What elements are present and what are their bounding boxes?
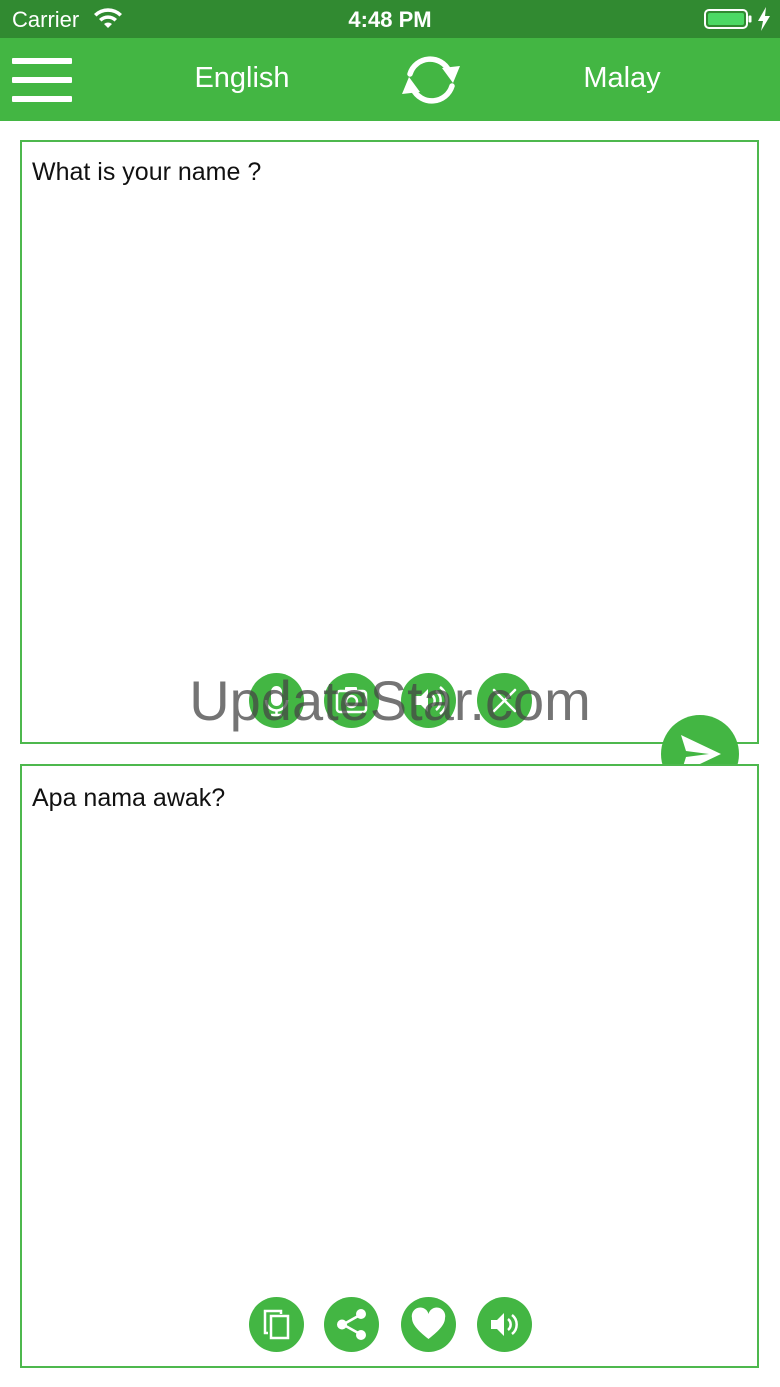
source-language-button[interactable]: English [142, 62, 342, 95]
status-time: 4:48 PM [348, 7, 432, 32]
camera-icon [335, 687, 368, 714]
microphone-button[interactable] [249, 673, 304, 728]
source-text-input[interactable]: What is your name ? [32, 158, 732, 658]
target-panel: Apa nama awak? [20, 764, 759, 1368]
target-language-button[interactable]: Malay [522, 62, 722, 95]
share-icon [337, 1309, 366, 1340]
copy-button[interactable] [249, 1297, 304, 1352]
source-panel: What is your name ? [20, 140, 759, 744]
speaker-icon [415, 686, 448, 715]
battery-icon [704, 9, 752, 29]
favorite-button[interactable] [401, 1297, 456, 1352]
copy-icon [263, 1309, 290, 1340]
swap-arrows-icon [402, 56, 460, 104]
speaker-icon [491, 1313, 518, 1336]
clear-button[interactable] [477, 673, 532, 728]
translation-result: Apa nama awak? [32, 784, 226, 812]
microphone-icon [264, 686, 289, 717]
close-icon [492, 688, 517, 713]
charging-bolt-icon [758, 7, 770, 31]
camera-button[interactable] [324, 673, 379, 728]
menu-button[interactable] [12, 58, 72, 102]
swap-languages-button[interactable] [398, 50, 464, 110]
speak-translation-button[interactable] [477, 1297, 532, 1352]
status-bar: Carrier 4:48 PM [0, 0, 780, 38]
speak-source-button[interactable] [401, 673, 456, 728]
heart-icon [411, 1307, 446, 1339]
nav-bar: English Malay [0, 38, 780, 121]
share-button[interactable] [324, 1297, 379, 1352]
